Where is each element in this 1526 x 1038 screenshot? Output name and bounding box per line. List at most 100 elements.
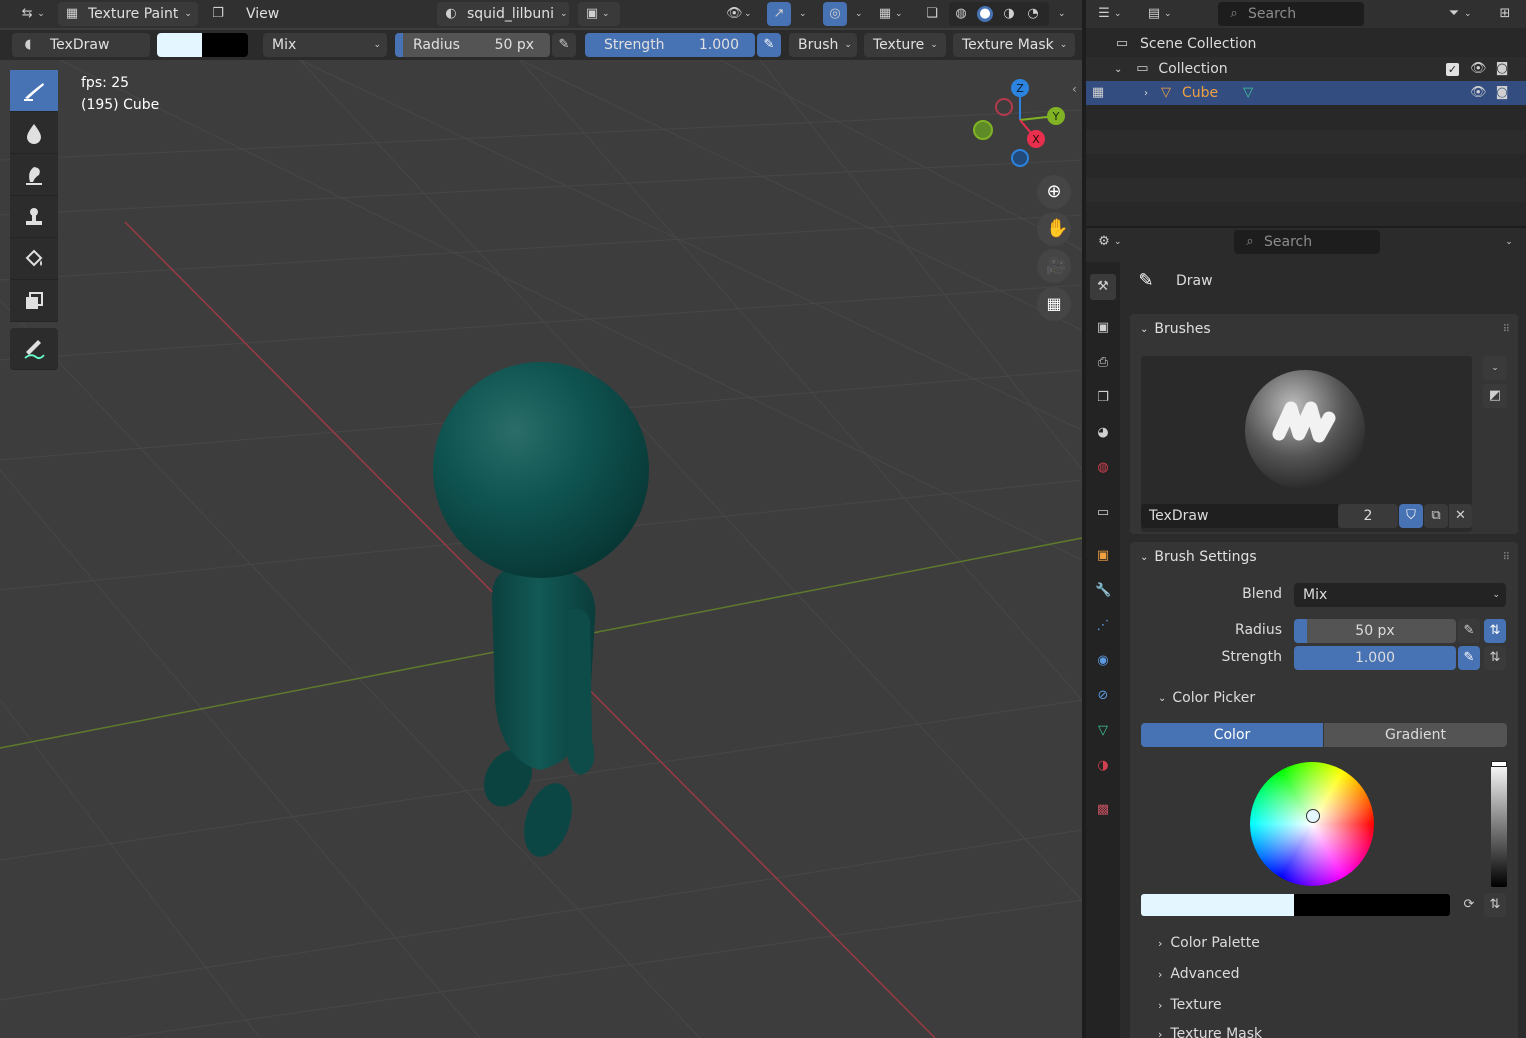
xray-button[interactable]: ❏ [920, 2, 944, 26]
camera-icon[interactable]: ◙ [1494, 61, 1510, 77]
outliner-editor-type[interactable]: ☰ ⌄ [1096, 2, 1134, 26]
mask-tool[interactable] [10, 280, 58, 322]
scene-collection-row[interactable]: ▭ Scene Collection [1114, 33, 1257, 55]
color-palette-subpanel[interactable]: › Color Palette [1158, 932, 1260, 954]
value-slider[interactable] [1491, 761, 1507, 887]
properties-options-dropdown[interactable]: ⌄ [1494, 230, 1518, 254]
texture-mask-subpanel[interactable]: › Texture Mask [1158, 1023, 1262, 1038]
cube-object[interactable] [433, 362, 649, 863]
zoom-button[interactable]: ⊕ [1037, 175, 1071, 209]
unlink-brush-button[interactable]: ✕ [1449, 504, 1472, 528]
shading-dropdown[interactable]: ⌄ [1052, 2, 1072, 26]
blend-dropdown[interactable]: Mix ⌄ [1294, 583, 1506, 607]
brush-list-dropdown[interactable]: ⌄ [1483, 356, 1507, 380]
strength-slider[interactable]: Strength 1.000 [585, 33, 755, 57]
expand-chevron-icon[interactable]: › [1144, 88, 1148, 99]
tab-modifiers[interactable]: 🔧 [1086, 583, 1120, 599]
advanced-subpanel[interactable]: › Advanced [1158, 963, 1240, 985]
eye-icon[interactable]: 👁 [1470, 61, 1487, 77]
visibility-dropdown[interactable]: 👁 ⌄ [722, 2, 762, 26]
outliner-search[interactable]: ⌕ Search [1218, 2, 1364, 26]
color-unified-toggle[interactable]: ⇅ [1484, 893, 1506, 917]
new-collection-button[interactable]: ⊞ [1493, 2, 1517, 26]
overlays-dropdown[interactable]: ⌄ [849, 2, 869, 26]
radius-unit-toggle[interactable]: ⇅ [1484, 619, 1506, 643]
navigation-gizmo[interactable]: Z Y X [966, 74, 1072, 174]
duplicate-brush-button[interactable]: ⧉ [1424, 504, 1448, 528]
primary-color-swatch[interactable] [157, 33, 202, 57]
drag-handle-icon[interactable]: ⠿ [1503, 552, 1510, 563]
brush-image-button[interactable]: ◩ [1483, 384, 1507, 408]
clone-tool[interactable] [10, 196, 58, 238]
image-selector[interactable]: ◐ squid_lilbuni ⌄ [437, 2, 569, 26]
color-wheel-cursor[interactable] [1306, 809, 1320, 823]
tab-collection[interactable]: ▭ [1086, 505, 1120, 521]
fill-tool[interactable] [10, 238, 58, 280]
draw-tool[interactable] [10, 70, 58, 112]
3d-viewport[interactable]: ⇆ ⌄ ▦ Texture Paint ⌄ ❐ View ◐ squid_lilb… [0, 0, 1082, 1038]
tab-texture[interactable]: ▩ [1086, 802, 1120, 818]
interpolation-dropdown[interactable]: ▣ ⌄ [578, 2, 620, 26]
fake-user-button[interactable]: ⛉ [1399, 504, 1423, 528]
material-shading-icon[interactable]: ◑ [1001, 6, 1017, 22]
sidebar-toggle-arrow[interactable]: ‹ [1072, 82, 1077, 96]
wireframe-shading-icon[interactable]: ◍ [953, 6, 969, 22]
tab-physics[interactable]: ◉ [1086, 653, 1120, 669]
camera-icon[interactable]: ◙ [1494, 85, 1510, 101]
tab-view-layer[interactable]: ❐ [1086, 390, 1120, 406]
brush-settings-header[interactable]: ⌄ Brush Settings ⠿ [1130, 542, 1518, 572]
strength-slider[interactable]: 1.000 [1294, 646, 1456, 670]
tab-render[interactable]: ▣ [1086, 320, 1120, 336]
solid-shading-icon[interactable]: ● [977, 6, 993, 22]
strength-pressure-toggle[interactable]: ✎ [1458, 646, 1480, 670]
expand-chevron-icon[interactable]: ⌄ [1114, 64, 1122, 75]
xray-toggle[interactable]: ❐ [206, 2, 230, 26]
texture-menu[interactable]: Texture ⌄ [864, 33, 946, 57]
brush-menu[interactable]: Brush ⌄ [789, 33, 857, 57]
tab-constraints[interactable]: ⊘ [1086, 688, 1120, 704]
swap-colors-button[interactable]: ⟳ [1458, 893, 1480, 917]
brush-name-field[interactable]: TexDraw [1141, 504, 1338, 528]
gizmo-dropdown[interactable]: ⌄ [793, 2, 813, 26]
primary-color-swatch[interactable] [1141, 894, 1294, 916]
editor-type-button[interactable]: ⇆ ⌄ [14, 2, 50, 26]
secondary-color-swatch[interactable] [1294, 894, 1450, 916]
strength-unified-toggle[interactable]: ⇅ [1484, 646, 1506, 670]
brush-users-count[interactable]: 2 [1338, 504, 1398, 528]
texture-subpanel[interactable]: › Texture [1158, 994, 1222, 1016]
strength-pressure-toggle[interactable]: ✎ [757, 33, 781, 57]
drag-handle-icon[interactable]: ⠿ [1503, 324, 1510, 335]
brushes-panel-header[interactable]: ⌄ Brushes ⠿ [1130, 314, 1518, 344]
properties-editor-type[interactable]: ⚙ ⌄ [1096, 230, 1134, 254]
brush-preview[interactable]: TexDraw 2 ⛉ ⧉ ✕ [1141, 356, 1472, 532]
overlays-toggle[interactable]: ◎ [823, 2, 847, 26]
blend-dropdown[interactable]: Mix ⌄ [263, 33, 387, 57]
tab-data[interactable]: ▽ [1086, 723, 1120, 739]
annotate-tool[interactable] [10, 328, 58, 370]
shading-modes[interactable]: ◍ ● ◑ ◔ [949, 2, 1049, 26]
cube-row[interactable]: ▦ › ▽ Cube ▽ 👁 ◙ [1086, 81, 1526, 105]
eye-icon[interactable]: 👁 [1470, 85, 1487, 101]
collection-row[interactable]: ⌄ ▭ Collection ✓ 👁 ◙ [1086, 57, 1526, 81]
display-mode-dropdown[interactable]: ▤ ⌄ [1146, 2, 1184, 26]
value-slider-handle[interactable] [1491, 761, 1507, 767]
rendered-shading-icon[interactable]: ◔ [1025, 6, 1041, 22]
color-wheel[interactable] [1250, 762, 1374, 886]
radius-pressure-toggle[interactable]: ✎ [1458, 619, 1480, 643]
properties-search[interactable]: ⌕ Search [1234, 230, 1380, 254]
tab-scene[interactable]: ◕ [1086, 425, 1120, 441]
gradient-tab[interactable]: Gradient [1324, 723, 1507, 747]
tab-world[interactable]: ◍ [1086, 460, 1120, 476]
filter-dropdown[interactable]: ⏷ ⌄ [1446, 2, 1484, 26]
perspective-toggle[interactable]: ▦ [1037, 287, 1071, 321]
gizmo-toggle[interactable]: ↗ [767, 2, 791, 26]
tab-tool[interactable]: ⚒ [1086, 274, 1120, 300]
view-menu[interactable]: View [246, 2, 279, 26]
brush-selector[interactable]: ◖ TexDraw [12, 33, 150, 57]
soften-tool[interactable] [10, 112, 58, 154]
radius-slider[interactable]: Radius 50 px [395, 33, 550, 57]
pan-button[interactable]: ✋ [1037, 212, 1071, 246]
tab-material[interactable]: ◑ [1086, 758, 1120, 774]
camera-view-button[interactable]: 🎥 [1037, 249, 1071, 283]
mesh-data-icon[interactable]: ▽ [1240, 85, 1256, 101]
